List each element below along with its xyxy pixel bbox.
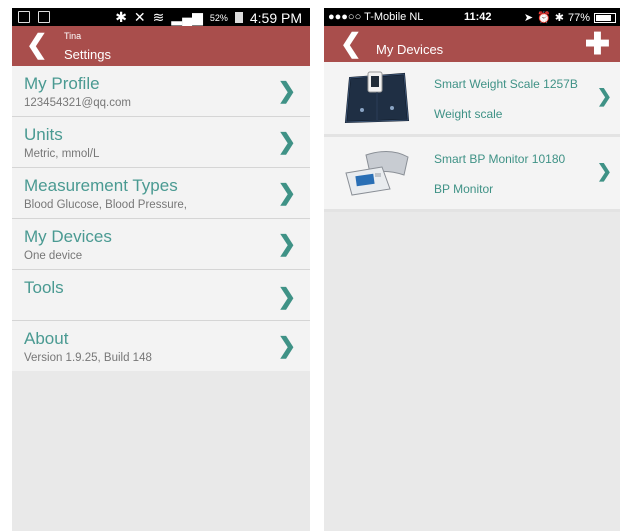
settings-item-tools[interactable]: Tools ❯ bbox=[12, 270, 310, 321]
battery-percent: 77% bbox=[567, 11, 590, 24]
settings-item-about[interactable]: About Version 1.9.25, Build 148 ❯ bbox=[12, 321, 310, 371]
item-subtitle: Version 1.9.25, Build 148 bbox=[24, 352, 152, 364]
settings-item-my-devices[interactable]: My Devices One device ❯ bbox=[12, 219, 310, 270]
item-subtitle: One device bbox=[24, 250, 83, 262]
wifi-icon: ≋ bbox=[152, 9, 165, 25]
device-row-weight-scale[interactable]: Smart Weight Scale 1257B Weight scale ❯ bbox=[324, 62, 620, 137]
bluetooth-icon: ✱ bbox=[554, 12, 564, 24]
item-title: Units bbox=[24, 125, 63, 144]
chevron-right-icon: ❯ bbox=[596, 86, 612, 106]
item-subtitle: 123454321@qq.com bbox=[24, 97, 131, 109]
chevron-right-icon: ❯ bbox=[277, 180, 296, 205]
status-bar: ✱ ✕ ≋ ▂▄▆ 52% 4:59 PM bbox=[12, 8, 310, 26]
battery-icon bbox=[234, 12, 243, 23]
location-icon: ➤ bbox=[523, 12, 534, 24]
notification-icon bbox=[38, 11, 50, 23]
header-bar: ❮ Tina Settings bbox=[12, 26, 310, 66]
chevron-right-icon: ❯ bbox=[277, 333, 296, 358]
item-subtitle: Blood Glucose, Blood Pressure, bbox=[24, 199, 188, 211]
clock: 4:59 PM bbox=[249, 9, 302, 26]
item-title: Measurement Types bbox=[24, 176, 178, 195]
item-title: About bbox=[24, 329, 69, 348]
item-title: My Devices bbox=[24, 227, 112, 246]
settings-screen: ✱ ✕ ≋ ▂▄▆ 52% 4:59 PM ❮ Tina Settings My… bbox=[12, 8, 310, 531]
chevron-right-icon: ❯ bbox=[277, 78, 296, 103]
signal-icon: ▂▄▆ bbox=[171, 9, 203, 25]
alarm-icon: ⏰ bbox=[537, 12, 551, 24]
my-devices-screen: ●●●○○ T-Mobile NL 11:42 ➤ ⏰ ✱ 77% ❮ My D… bbox=[324, 8, 620, 531]
weight-scale-image bbox=[344, 71, 410, 124]
device-row-bp-monitor[interactable]: Smart BP Monitor 10180 BP Monitor ❯ bbox=[324, 137, 620, 212]
item-title: Tools bbox=[24, 278, 64, 297]
chevron-right-icon: ❯ bbox=[277, 129, 296, 154]
carrier: ●●●○○ T-Mobile NL bbox=[328, 11, 424, 23]
chevron-right-icon: ❯ bbox=[277, 284, 296, 309]
device-name: Smart Weight Scale 1257B bbox=[434, 77, 578, 91]
back-chevron-icon[interactable]: ❮ bbox=[340, 28, 362, 59]
item-subtitle: Metric, mmol/L bbox=[24, 148, 100, 160]
battery-percent: 52% bbox=[209, 12, 228, 23]
device-name: Smart BP Monitor 10180 bbox=[434, 152, 566, 166]
page-title: Settings bbox=[64, 47, 111, 62]
header-bar: ❮ My Devices ✚ bbox=[324, 26, 620, 62]
battery-icon bbox=[594, 12, 616, 23]
bluetooth-icon: ✱ bbox=[115, 9, 127, 25]
status-bar: ●●●○○ T-Mobile NL 11:42 ➤ ⏰ ✱ 77% bbox=[324, 8, 620, 26]
plus-icon[interactable]: ✚ bbox=[585, 27, 610, 62]
clock: 11:42 bbox=[464, 11, 492, 23]
page-title: My Devices bbox=[376, 42, 444, 57]
device-type: Weight scale bbox=[434, 107, 503, 121]
bp-monitor-image bbox=[345, 151, 409, 196]
device-type: BP Monitor bbox=[434, 182, 494, 196]
item-title: My Profile bbox=[24, 74, 100, 93]
chevron-right-icon: ❯ bbox=[596, 161, 612, 181]
gallery-icon bbox=[18, 11, 30, 23]
user-name: Tina bbox=[64, 31, 82, 41]
settings-item-my-profile[interactable]: My Profile 123454321@qq.com ❯ bbox=[12, 66, 310, 117]
settings-list: My Profile 123454321@qq.com ❯ Units Metr… bbox=[12, 66, 310, 371]
settings-item-units[interactable]: Units Metric, mmol/L ❯ bbox=[12, 117, 310, 168]
mute-icon: ✕ bbox=[133, 9, 146, 25]
chevron-right-icon: ❯ bbox=[277, 231, 296, 256]
back-chevron-icon[interactable]: ❮ bbox=[26, 29, 48, 60]
settings-item-measurement-types[interactable]: Measurement Types Blood Glucose, Blood P… bbox=[12, 168, 310, 219]
